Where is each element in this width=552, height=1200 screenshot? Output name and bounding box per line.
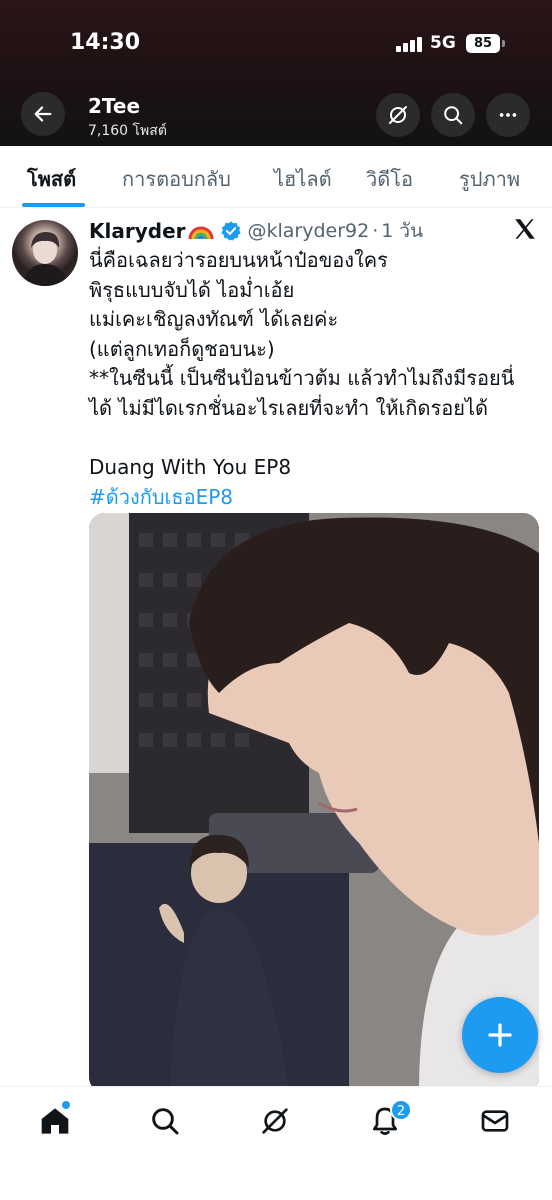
avatar-image [22, 232, 68, 286]
network-label: 5G [430, 33, 456, 53]
profile-tabs: โพสต์ การตอบกลับ ไฮไลต์ วิดีโอ รูปภาพ [0, 146, 552, 208]
profile-name: 2Tee [88, 94, 141, 118]
notification-badge: 2 [390, 1099, 412, 1121]
post-count: 7,160 โพสต์ [88, 123, 167, 139]
post-line: **ในซีนนี้ เป็นซีนป้อนข้าวต้ม แล้วทำไมถึ… [89, 366, 515, 391]
bottom-nav: 2 [0, 1086, 552, 1200]
post-header: Klaryder @klaryder92 · 1 วัน [89, 216, 423, 246]
search-icon[interactable] [149, 1105, 181, 1137]
back-arrow-icon [34, 106, 52, 122]
signal-icon [396, 36, 424, 52]
post-image[interactable] [89, 513, 539, 1093]
mail-icon[interactable] [479, 1105, 511, 1137]
battery-icon: 85 [466, 34, 500, 53]
grok-icon[interactable] [259, 1105, 291, 1137]
grok-button[interactable] [376, 93, 420, 137]
more-icon [499, 113, 517, 117]
post-line: ได้ ไม่มีไดเรกชั่นอะไรเลยที่จะทำ ให้เกิด… [89, 395, 488, 420]
status-bar: 14:30 5G 85 [0, 0, 552, 88]
post-line: นี่คือเฉลยว่ารอยบนหน้าป๋อของใคร [89, 248, 388, 272]
separator: · [372, 220, 379, 242]
tab-posts[interactable]: โพสต์ [27, 163, 76, 195]
header-nav: 2Tee 7,160 โพสต์ [0, 88, 552, 146]
search-icon [444, 106, 463, 125]
battery-tip [502, 40, 505, 47]
photo-scene [89, 513, 539, 1093]
plus-icon [488, 1023, 512, 1047]
back-button[interactable] [21, 92, 65, 136]
post-line: แม่เคะเชิญลงทัณฑ์ ได้เลยค่ะ [89, 307, 339, 332]
hashtag-link[interactable]: #ด้วงกับเธอEP8 [89, 483, 541, 513]
post[interactable]: Klaryder @klaryder92 · 1 วัน นี่คือเฉลยว… [0, 208, 552, 1093]
post-time[interactable]: 1 วัน [381, 216, 423, 246]
home-icon[interactable] [39, 1105, 71, 1137]
tab-replies[interactable]: การตอบกลับ [122, 163, 231, 195]
post-text: นี่คือเฉลยว่ารอยบนหน้าป๋อของใคร พิรุธแบบ… [89, 246, 541, 512]
more-button[interactable] [486, 93, 530, 137]
grok-icon [389, 106, 407, 124]
post-line: (แต่ลูกเทอก็ดูชอบนะ) [89, 336, 275, 361]
profile-header: 14:30 5G 85 2Tee 7,160 โพสต์ [0, 0, 552, 146]
verified-icon [220, 221, 241, 241]
status-time: 14:30 [70, 30, 141, 55]
tab-photos[interactable]: รูปภาพ [459, 163, 520, 195]
author-handle[interactable]: @klaryder92 [248, 220, 370, 242]
tab-highlights[interactable]: ไฮไลต์ [274, 163, 332, 195]
rainbow-icon [188, 226, 213, 240]
tab-indicator [22, 203, 85, 207]
avatar[interactable] [12, 220, 78, 286]
tab-videos[interactable]: วิดีโอ [366, 163, 413, 195]
home-unread-dot [62, 1101, 70, 1109]
author-name[interactable]: Klaryder [89, 219, 186, 243]
search-button[interactable] [431, 93, 475, 137]
compose-button[interactable] [462, 997, 538, 1073]
post-line: พิรุธแบบจับได้ ไอม่ำเอ้ย [89, 277, 295, 302]
series-title: Duang With You EP8 [89, 455, 292, 480]
x-logo-icon [515, 219, 535, 239]
